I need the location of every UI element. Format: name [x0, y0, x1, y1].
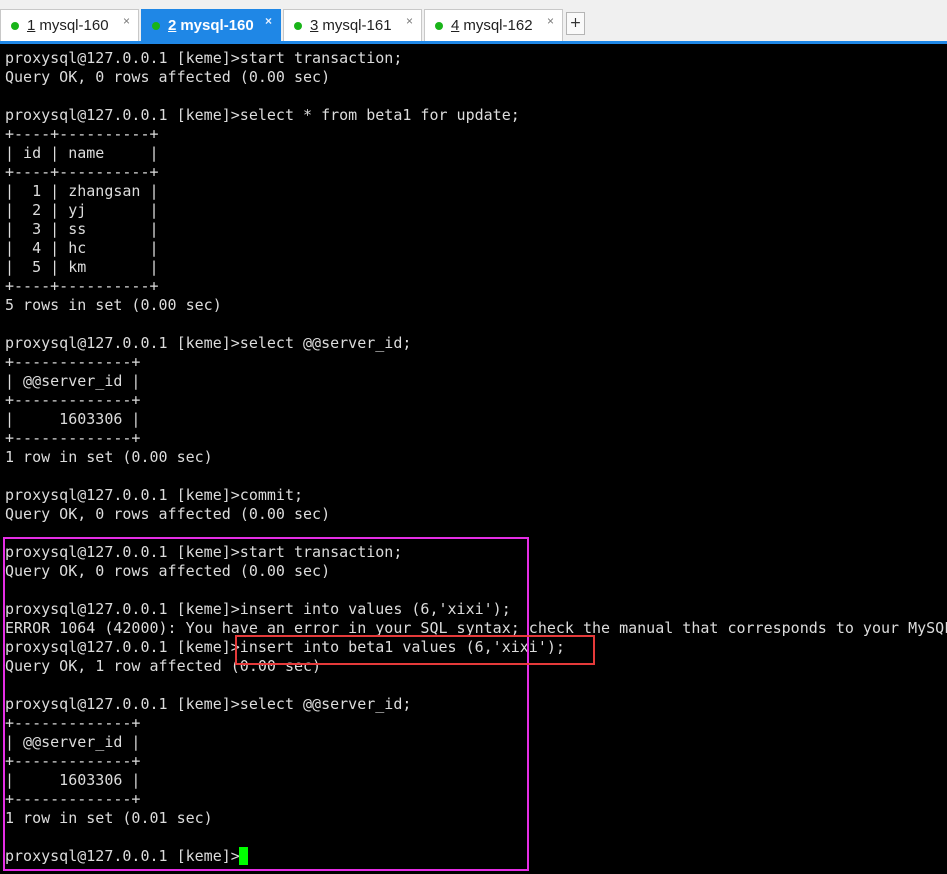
tab-label: mysql-162 — [463, 17, 533, 34]
terminal-line: | @@server_id | — [5, 733, 141, 751]
terminal-line: +----+----------+ — [5, 163, 159, 181]
terminal-prompt-line: proxysql@127.0.0.1 [keme]> — [5, 847, 240, 865]
tab-label: mysql-161 — [322, 17, 392, 34]
terminal-line: proxysql@127.0.0.1 [keme]>insert into be… — [5, 638, 565, 656]
terminal-line: proxysql@127.0.0.1 [keme]>start transact… — [5, 49, 403, 67]
terminal-line: +-------------+ — [5, 429, 141, 447]
terminal-line: proxysql@127.0.0.1 [keme]>select * from … — [5, 106, 520, 124]
terminal-line: proxysql@127.0.0.1 [keme]>start transact… — [5, 543, 403, 561]
new-tab-button[interactable]: + — [566, 12, 585, 35]
terminal-line: 1 row in set (0.01 sec) — [5, 809, 213, 827]
terminal-line: | 4 | hc | — [5, 239, 159, 257]
terminal-line: | id | name | — [5, 144, 159, 162]
close-tab-icon[interactable]: × — [123, 14, 130, 28]
tab-session-4[interactable]: 4 mysql-162 × — [424, 9, 563, 41]
terminal-line: Query OK, 0 rows affected (0.00 sec) — [5, 505, 331, 523]
terminal-line: +-------------+ — [5, 790, 141, 808]
tab-number: 4 — [451, 17, 460, 34]
terminal-line: | 3 | ss | — [5, 220, 159, 238]
terminal-line: +-------------+ — [5, 714, 141, 732]
close-tab-icon[interactable]: × — [547, 14, 554, 28]
tab-label: mysql-160 — [39, 17, 109, 34]
connected-status-icon — [152, 21, 160, 30]
connected-status-icon — [435, 21, 443, 30]
terminal-line: | 2 | yj | — [5, 201, 159, 219]
tab-session-3[interactable]: 3 mysql-161 × — [283, 9, 422, 41]
tab-label: mysql-160 — [180, 17, 254, 34]
terminal-line: proxysql@127.0.0.1 [keme]>commit; — [5, 486, 304, 504]
connected-status-icon — [11, 21, 19, 30]
terminal-line: +-------------+ — [5, 752, 141, 770]
terminal-line: Query OK, 1 row affected (0.00 sec) — [5, 657, 322, 675]
terminal-line: proxysql@127.0.0.1 [keme]>select @@serve… — [5, 334, 412, 352]
tab-session-1[interactable]: 1 mysql-160 × — [0, 9, 139, 41]
session-tab-bar: 1 mysql-160 × 2 mysql-160 × 3 mysql-161 … — [0, 0, 947, 44]
terminal-line: 1 row in set (0.00 sec) — [5, 448, 213, 466]
terminal-line: | @@server_id | — [5, 372, 141, 390]
terminal-app-window: 1 mysql-160 × 2 mysql-160 × 3 mysql-161 … — [0, 0, 947, 874]
terminal-line: Query OK, 0 rows affected (0.00 sec) — [5, 68, 331, 86]
tab-number: 1 — [27, 17, 36, 34]
terminal-output[interactable]: proxysql@127.0.0.1 [keme]>start transact… — [0, 44, 947, 874]
terminal-line: Query OK, 0 rows affected (0.00 sec) — [5, 562, 331, 580]
terminal-line: +----+----------+ — [5, 277, 159, 295]
terminal-line: proxysql@127.0.0.1 [keme]>insert into va… — [5, 600, 511, 618]
terminal-cursor — [239, 847, 248, 865]
close-tab-icon[interactable]: × — [265, 14, 272, 28]
terminal-line: | 1 | zhangsan | — [5, 182, 159, 200]
terminal-error-line: ERROR 1064 (42000): You have an error in… — [5, 619, 947, 637]
terminal-line: | 1603306 | — [5, 771, 141, 789]
terminal-line: +----+----------+ — [5, 125, 159, 143]
terminal-line: +-------------+ — [5, 391, 141, 409]
terminal-line: +-------------+ — [5, 353, 141, 371]
tab-number: 3 — [310, 17, 319, 34]
terminal-line: | 1603306 | — [5, 410, 141, 428]
terminal-line: proxysql@127.0.0.1 [keme]>select @@serve… — [5, 695, 412, 713]
connected-status-icon — [294, 21, 302, 30]
close-tab-icon[interactable]: × — [406, 14, 413, 28]
terminal-line: | 5 | km | — [5, 258, 159, 276]
terminal-line: 5 rows in set (0.00 sec) — [5, 296, 222, 314]
tab-number: 2 — [168, 17, 177, 34]
tab-session-2[interactable]: 2 mysql-160 × — [141, 9, 281, 41]
